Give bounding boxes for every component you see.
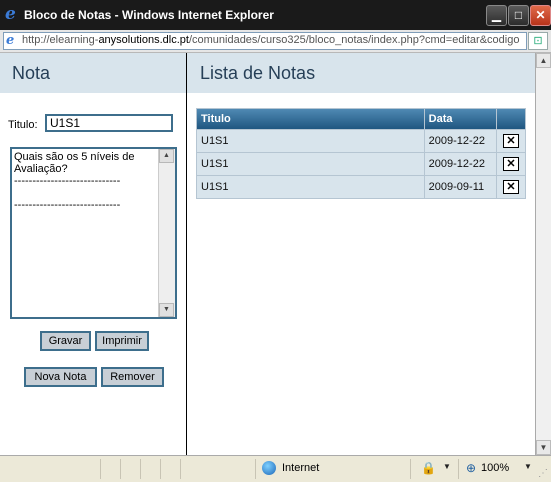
table-row[interactable]: U1S1 2009-12-22 ✕ (197, 130, 525, 152)
title-input[interactable]: U1S1 (45, 114, 173, 132)
url-text: http://elearning-anysolutions.dlc.pt/com… (22, 34, 520, 46)
page-icon: e (6, 33, 15, 48)
maximize-button[interactable]: □ (508, 5, 529, 26)
chevron-down-icon[interactable]: ▼ (443, 462, 451, 471)
address-bar: e http://elearning-anysolutions.dlc.pt/c… (0, 30, 551, 53)
scroll-up-arrow-icon[interactable]: ▲ (159, 149, 174, 163)
new-note-button[interactable]: Nova Nota (24, 367, 97, 387)
note-heading: Nota (0, 53, 186, 93)
scroll-down-arrow-icon[interactable]: ▼ (536, 440, 551, 455)
zoom-icon[interactable]: ⊕ (466, 461, 476, 475)
status-divider (410, 459, 411, 479)
window-titlebar: e Bloco de Notas - Windows Internet Expl… (0, 0, 551, 30)
notes-table: Titulo Data U1S1 2009-12-22 ✕ U1S1 2009-… (196, 108, 526, 199)
textarea-scrollbar[interactable]: ▲ ▼ (158, 149, 175, 317)
note-date-cell: 2009-09-11 (424, 176, 497, 198)
note-title-cell[interactable]: U1S1 (197, 176, 424, 198)
note-title-cell[interactable]: U1S1 (197, 130, 424, 152)
table-row[interactable]: U1S1 2009-12-22 ✕ (197, 153, 525, 175)
note-body-text: Quais são os 5 níveis de Avaliação? ----… (14, 151, 135, 211)
url-field[interactable]: e http://elearning-anysolutions.dlc.pt/c… (3, 32, 527, 50)
status-bar: Internet 🔒 ▼ ⊕ 100% ▼ ⋰ (0, 455, 551, 482)
page-content: Nota Titulo: U1S1 Quais são os 5 níveis … (0, 53, 536, 455)
status-divider (160, 459, 161, 479)
table-row[interactable]: U1S1 2009-09-11 ✕ (197, 176, 525, 198)
note-editor-panel: Nota Titulo: U1S1 Quais são os 5 níveis … (0, 53, 187, 455)
compatibility-view-icon[interactable]: ⊡ (528, 32, 548, 50)
status-divider (255, 459, 256, 479)
status-divider (458, 459, 459, 479)
globe-icon (262, 461, 276, 475)
status-divider (140, 459, 141, 479)
print-button[interactable]: Imprimir (95, 331, 149, 351)
chevron-down-icon[interactable]: ▼ (524, 462, 532, 471)
title-label: Titulo: (8, 119, 38, 131)
minimize-button[interactable]: ▁ (486, 5, 507, 26)
column-header-data[interactable]: Data (424, 109, 497, 129)
zoom-level[interactable]: 100% (481, 462, 509, 474)
status-divider (180, 459, 181, 479)
ie-logo-icon: e (5, 4, 16, 24)
delete-icon[interactable]: ✕ (503, 180, 520, 194)
window-title: Bloco de Notas - Windows Internet Explor… (24, 8, 274, 22)
lock-icon[interactable]: 🔒 (421, 462, 436, 475)
save-button[interactable]: Gravar (40, 331, 91, 351)
resize-grip-icon[interactable]: ⋰ (538, 468, 550, 480)
security-zone-label: Internet (282, 462, 320, 474)
note-date-cell: 2009-12-22 (424, 153, 497, 175)
notes-list-heading: Lista de Notas (187, 53, 535, 93)
note-date-cell: 2009-12-22 (424, 130, 497, 152)
remove-button[interactable]: Remover (101, 367, 164, 387)
column-header-titulo[interactable]: Titulo (197, 109, 424, 129)
column-header-actions (497, 109, 525, 129)
notes-list-panel: Lista de Notas Titulo Data U1S1 2009-12-… (187, 53, 535, 455)
page-scrollbar[interactable]: ▲ ▼ (536, 53, 551, 455)
status-divider (120, 459, 121, 479)
note-title-cell[interactable]: U1S1 (197, 153, 424, 175)
scroll-up-arrow-icon[interactable]: ▲ (536, 53, 551, 68)
scroll-down-arrow-icon[interactable]: ▼ (159, 303, 174, 317)
status-divider (100, 459, 101, 479)
close-button[interactable]: ✕ (530, 5, 551, 26)
note-body-textarea[interactable]: Quais são os 5 níveis de Avaliação? ----… (10, 147, 177, 319)
delete-icon[interactable]: ✕ (503, 134, 520, 148)
delete-icon[interactable]: ✕ (503, 157, 520, 171)
table-header-row: Titulo Data (197, 109, 525, 129)
